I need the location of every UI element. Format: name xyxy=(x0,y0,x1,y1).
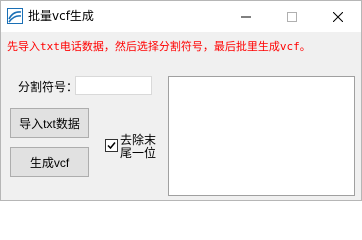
app-logo-icon xyxy=(7,8,23,24)
remove-last-digit-label[interactable]: 去除末尾一位 xyxy=(120,134,162,160)
instruction-text: 先导入txt电话数据，然后选择分割符号，最后批里生成vcf。 xyxy=(7,40,311,53)
minimize-icon xyxy=(241,7,251,26)
output-textarea[interactable] xyxy=(168,76,355,196)
maximize-button[interactable] xyxy=(269,1,315,32)
title-bar: 批量vcf生成 xyxy=(1,1,361,32)
window-title: 批量vcf生成 xyxy=(28,9,94,23)
generate-vcf-button[interactable]: 生成vcf xyxy=(10,147,89,177)
remove-last-digit-checkbox[interactable] xyxy=(105,139,118,152)
maximize-icon xyxy=(287,7,297,26)
import-txt-button[interactable]: 导入txt数据 xyxy=(10,108,89,138)
app-window: 批量vcf生成 先导入txt电话数据，然后选择分割符号，最后批里生成vcf。 分… xyxy=(0,0,362,201)
delimiter-input[interactable] xyxy=(75,76,152,95)
minimize-button[interactable] xyxy=(223,1,269,32)
close-icon xyxy=(332,7,344,26)
close-button[interactable] xyxy=(315,1,361,32)
delimiter-label: 分割符号： xyxy=(18,80,79,94)
